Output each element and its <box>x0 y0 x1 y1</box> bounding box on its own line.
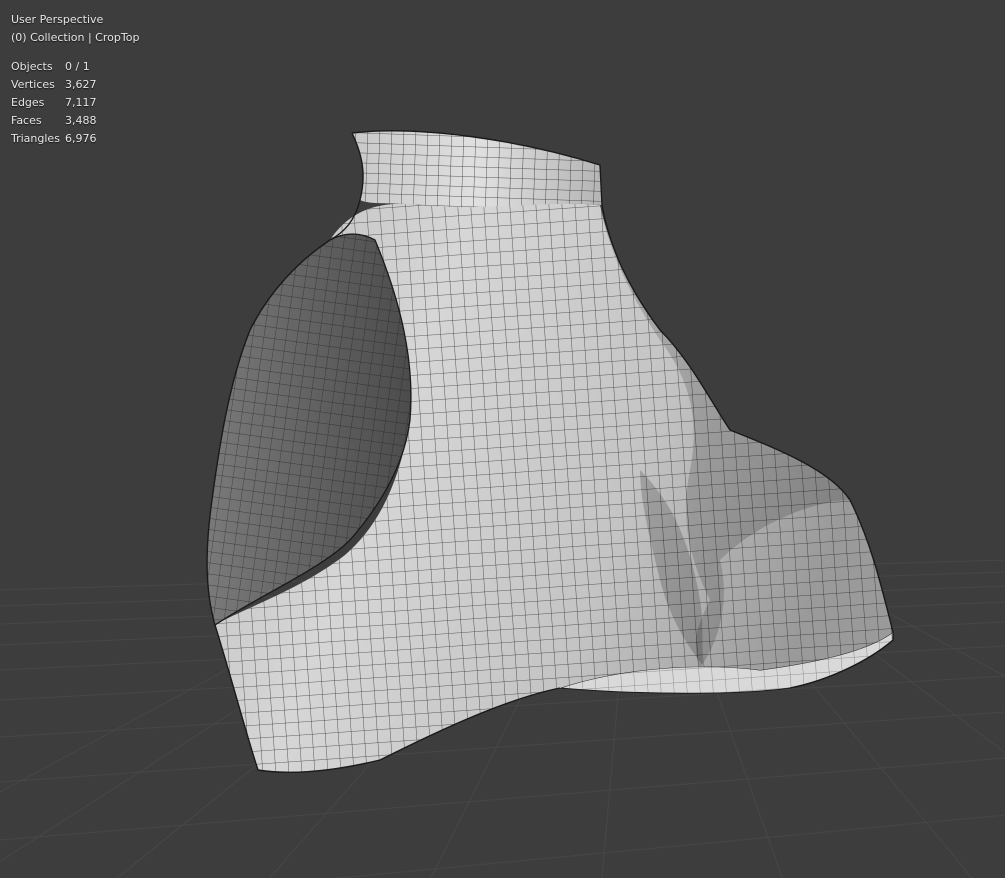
mesh-neck-wire <box>352 130 602 208</box>
3d-viewport[interactable]: User Perspective (0) Collection | CropTo… <box>0 0 1005 878</box>
croptop-mesh[interactable] <box>206 130 894 773</box>
viewport-scene[interactable] <box>0 0 1005 878</box>
